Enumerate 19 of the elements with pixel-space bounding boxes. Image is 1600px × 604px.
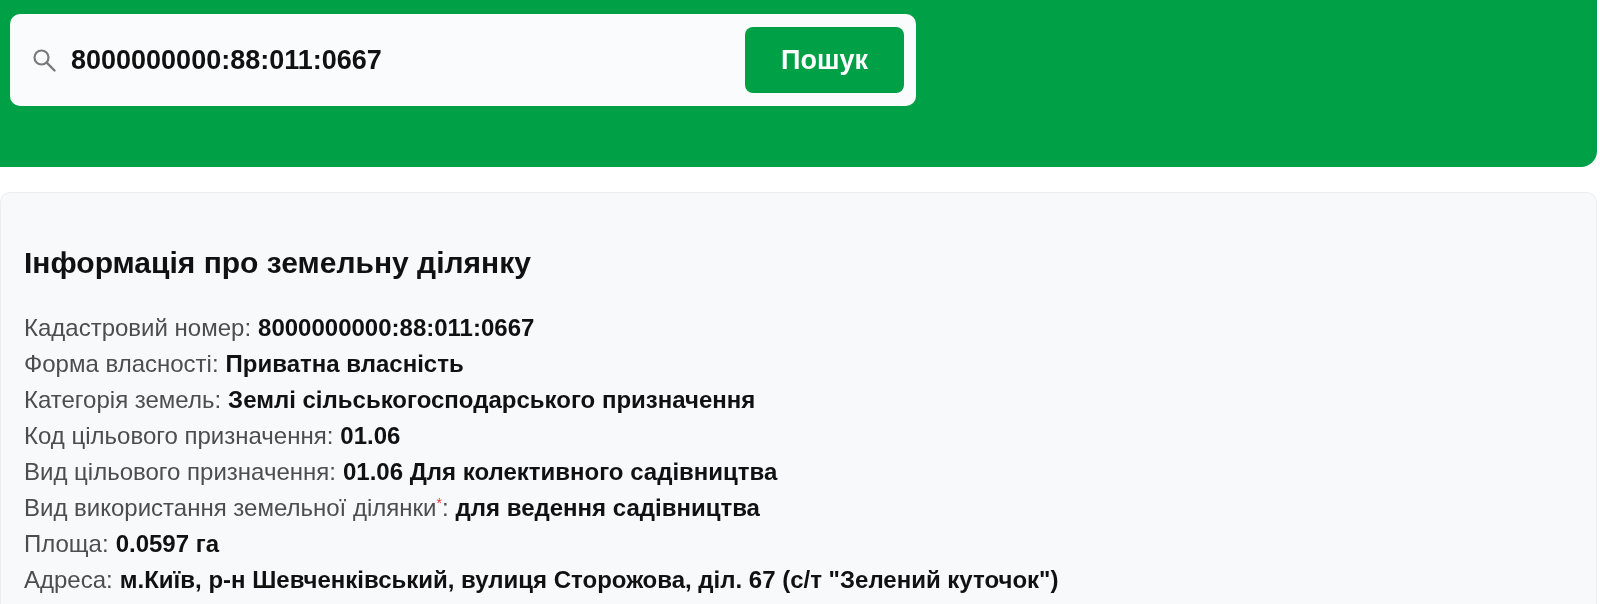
- search-icon: [32, 48, 56, 72]
- info-label: Форма власності:: [24, 350, 219, 377]
- panel-title: Інформація про земельну ділянку: [24, 245, 532, 281]
- search-field[interactable]: 8000000000:88:011:0667 Пошук: [10, 14, 916, 106]
- info-label: Адреса:: [24, 566, 113, 593]
- info-value: Землі сільськогосподарського призначення: [228, 386, 756, 413]
- info-value: для ведення садівництва: [455, 494, 760, 521]
- info-label: Кадастровий номер:: [24, 314, 252, 341]
- info-label: Категорія земель:: [24, 386, 222, 413]
- info-label: Код цільового призначення:: [24, 422, 334, 449]
- info-label: Вид цільового призначення:: [24, 458, 336, 485]
- info-label: Площа:: [24, 530, 109, 557]
- info-value: 8000000000:88:011:0667: [258, 314, 535, 341]
- info-value: Приватна власність: [225, 350, 464, 377]
- info-value: 01.06 Для колективного садівництва: [342, 458, 778, 485]
- info-value: 01.06: [340, 422, 401, 449]
- info-value: 0.0597 га: [115, 530, 220, 557]
- info-label: Вид використання земельної ділянки$^{*}$:: [24, 494, 449, 521]
- info-value: м.Київ, р-н Шевченківський, вулиця Сторожова, діл. 67 (с/т "Зелений куточок"): [119, 566, 1059, 593]
